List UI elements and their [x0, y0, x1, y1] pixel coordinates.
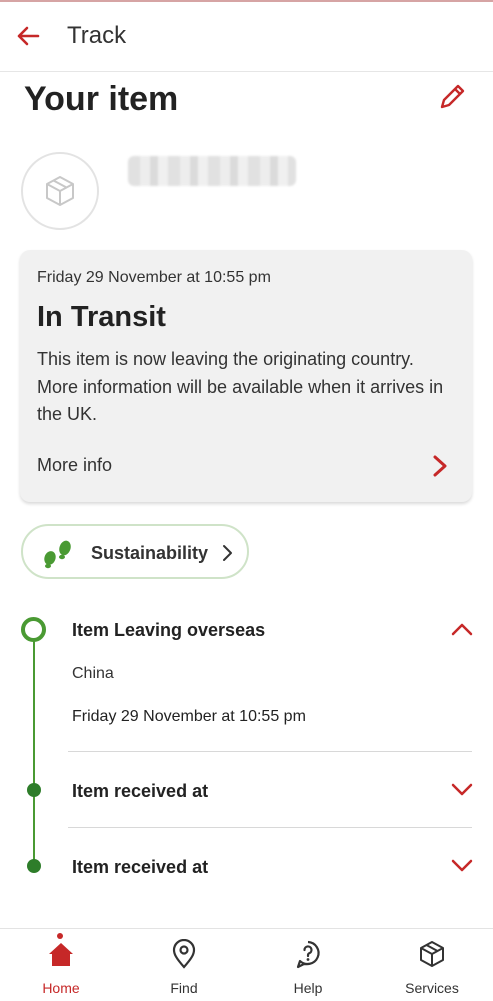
nav-label: Home: [42, 980, 80, 996]
status-card[interactable]: Friday 29 November at 10:55 pm In Transi…: [20, 250, 472, 502]
status-title: In Transit: [37, 301, 166, 333]
location-pin-icon: [172, 939, 196, 969]
nav-help[interactable]: Help: [263, 929, 353, 1001]
app-bar: Track: [0, 2, 493, 72]
nav-label: Find: [170, 980, 198, 996]
app-bar-title: Track: [67, 22, 127, 49]
timeline-current-marker: [21, 617, 46, 642]
more-info-link[interactable]: More info: [37, 455, 112, 476]
chevron-up-icon[interactable]: [451, 622, 473, 636]
chevron-right-icon[interactable]: [430, 454, 450, 478]
sustainability-label: Sustainability: [91, 543, 209, 563]
nav-find[interactable]: Find: [139, 929, 229, 1001]
timeline-event-date: Friday 29 November at 10:55 pm: [72, 708, 306, 725]
help-icon: [296, 940, 320, 969]
timeline-line: [33, 640, 35, 868]
timeline-event-location: China: [72, 665, 114, 682]
timeline-event-title[interactable]: Item received at: [72, 857, 208, 878]
chevron-right-icon: [223, 545, 232, 561]
timeline-event-title[interactable]: Item Leaving overseas: [72, 620, 265, 641]
status-description: This item is now leaving the originating…: [37, 349, 444, 424]
nav-label: Services: [405, 980, 459, 996]
sustainability-button[interactable]: Sustainability: [21, 524, 249, 579]
timeline-event-title[interactable]: Item received at: [72, 781, 208, 802]
home-icon: [49, 943, 73, 966]
nav-services[interactable]: Services: [387, 929, 477, 1001]
page-title: Your item: [24, 80, 179, 118]
nav-label: Help: [293, 980, 323, 996]
chevron-down-icon[interactable]: [451, 859, 473, 873]
parcel-icon: [420, 941, 444, 967]
timeline-marker: [27, 859, 41, 873]
back-arrow-icon[interactable]: [14, 22, 42, 50]
item-avatar: [21, 152, 99, 230]
redacted-item-name: [128, 156, 296, 186]
nav-home[interactable]: Home: [16, 929, 106, 1001]
bottom-navigation: Home Find Help Services: [0, 928, 493, 1001]
edit-pencil-icon[interactable]: [437, 80, 469, 112]
status-date: Friday 29 November at 10:55 pm: [37, 269, 271, 286]
divider: [68, 751, 472, 752]
parcel-icon: [46, 176, 74, 206]
footprints-icon: [44, 540, 71, 569]
chevron-down-icon[interactable]: [451, 783, 473, 797]
divider: [68, 827, 472, 828]
timeline-marker: [27, 783, 41, 797]
